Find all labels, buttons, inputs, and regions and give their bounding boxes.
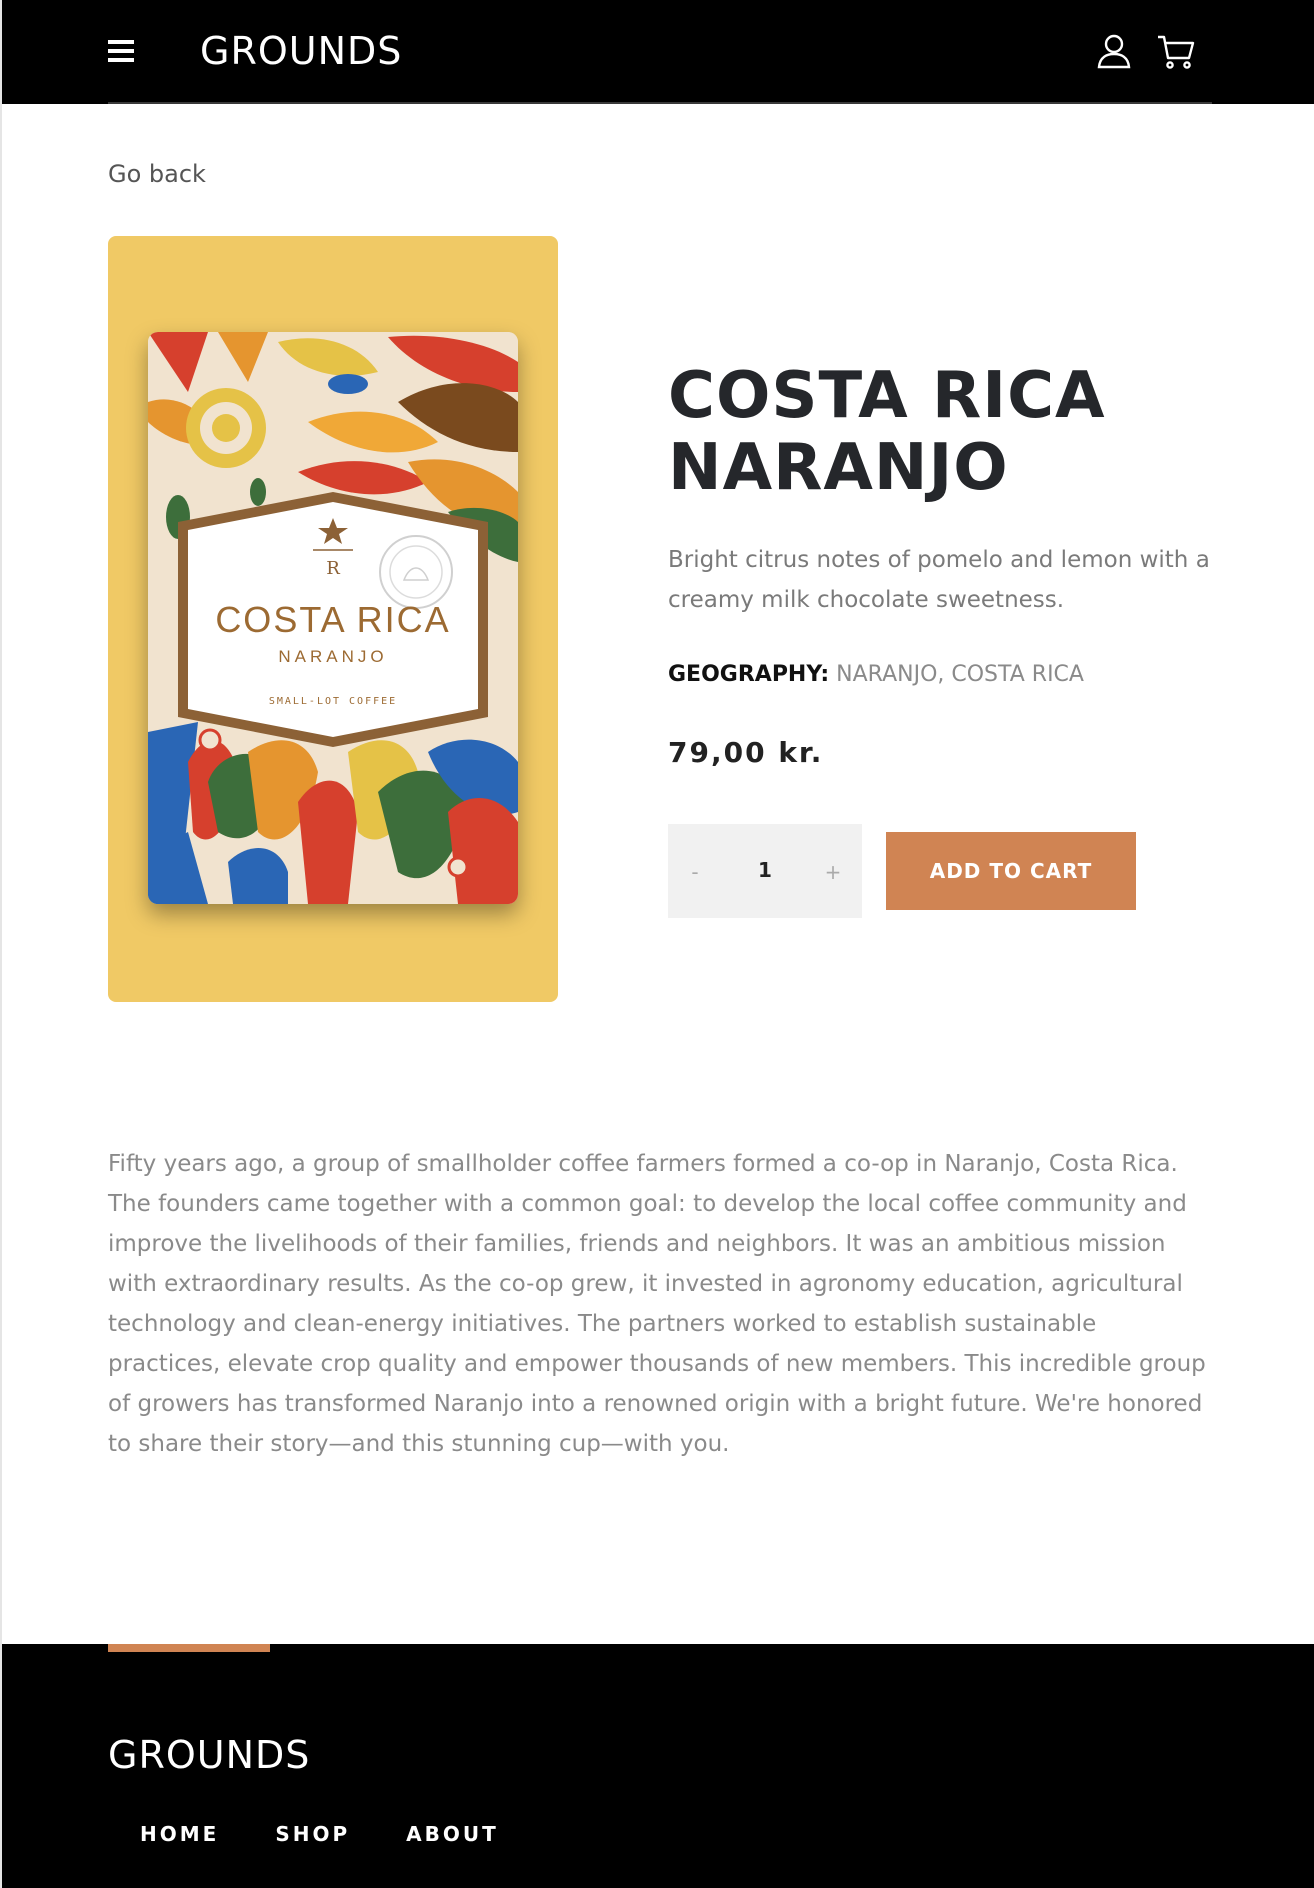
user-icon[interactable] xyxy=(1094,32,1134,72)
product-price: 79,00 kr. xyxy=(668,736,824,769)
geography-value: NARANJO, COSTA RICA xyxy=(836,662,1084,687)
product-title: COSTA RICA NARANJO xyxy=(668,359,1106,505)
bag-name: COSTA RICA xyxy=(215,599,450,640)
add-to-cart-button[interactable]: ADD TO CART xyxy=(886,832,1136,910)
product-description: Fifty years ago, a group of smallholder … xyxy=(108,1151,1206,1457)
product-image-panel: R COSTA RICA NARANJO SMALL-LOT COFFEE xyxy=(108,236,558,1002)
product-tagline: Bright citrus notes of pomelo and lemon … xyxy=(668,547,1210,613)
site-logo[interactable]: GROUNDS xyxy=(200,26,402,76)
bag-subname: NARANJO xyxy=(278,647,387,666)
site-header: GROUNDS xyxy=(2,0,1314,104)
footer-link-shop[interactable]: SHOP xyxy=(275,1822,350,1846)
bag-brand-mark: R xyxy=(326,558,340,579)
product-geography: GEOGRAPHY: NARANJO, COSTA RICA xyxy=(668,662,1084,687)
quantity-stepper: - 1 + xyxy=(668,824,862,918)
footer-accent-bar xyxy=(108,1644,270,1652)
footer-logo[interactable]: GROUNDS xyxy=(108,1730,310,1780)
site-footer: GROUNDS HOME SHOP ABOUT xyxy=(2,1644,1314,1888)
bag-note: SMALL-LOT COFFEE xyxy=(269,696,397,707)
cart-icon[interactable] xyxy=(1156,32,1196,72)
footer-link-about[interactable]: ABOUT xyxy=(406,1822,499,1846)
quantity-value[interactable]: 1 xyxy=(740,850,790,890)
footer-link-home[interactable]: HOME xyxy=(140,1822,219,1846)
go-back-link[interactable]: Go back xyxy=(108,160,206,188)
coffee-bag-image: R COSTA RICA NARANJO SMALL-LOT COFFEE xyxy=(148,332,518,904)
hamburger-menu-icon[interactable] xyxy=(108,40,134,62)
header-divider xyxy=(108,102,1212,104)
geography-label: GEOGRAPHY: xyxy=(668,662,830,687)
decrease-quantity-button[interactable]: - xyxy=(680,852,710,892)
increase-quantity-button[interactable]: + xyxy=(818,852,848,892)
footer-nav: HOME SHOP ABOUT xyxy=(140,1822,555,1846)
